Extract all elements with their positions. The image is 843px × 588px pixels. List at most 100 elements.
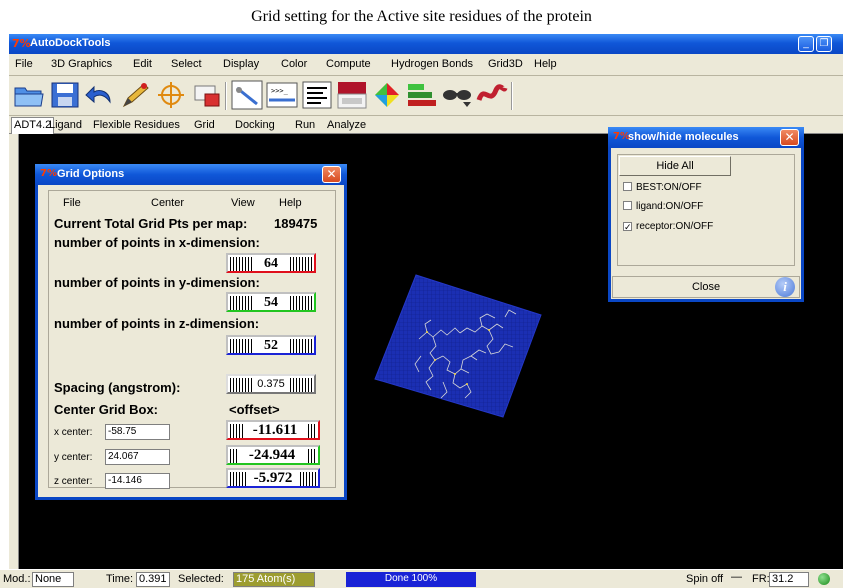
msms-surface-icon[interactable]	[406, 80, 438, 110]
minimize-button[interactable]: _	[798, 36, 814, 52]
status-light-icon	[818, 573, 830, 585]
python-shell-icon[interactable]: >>>_	[266, 80, 298, 110]
selection-icon[interactable]	[191, 80, 223, 110]
total-grid-pts-value: 189475	[274, 216, 318, 231]
tab-run[interactable]: Run	[295, 119, 315, 131]
z-points-thumbwheel[interactable]: 52	[226, 335, 316, 355]
fr-label: FR:	[752, 573, 770, 585]
spin-toggle-icon[interactable]: —	[731, 571, 742, 583]
info-icon[interactable]: i	[775, 277, 795, 297]
checkbox-box	[623, 182, 632, 191]
grid-menu-view[interactable]: View	[231, 197, 255, 209]
thumbwheel-grip	[290, 378, 312, 392]
menu-select[interactable]: Select	[171, 58, 202, 70]
grid-menu-help[interactable]: Help	[279, 197, 302, 209]
y-dimension-label: number of points in y-dimension:	[54, 275, 260, 290]
menu-hydrogen-bonds[interactable]: Hydrogen Bonds	[391, 58, 473, 70]
z-offset-value: -5.972	[248, 471, 298, 486]
ribbon-icon[interactable]	[476, 80, 508, 110]
x-points-thumbwheel[interactable]: 64	[226, 253, 316, 273]
thumbwheel-grip	[300, 472, 316, 486]
y-points-thumbwheel[interactable]: 54	[226, 292, 316, 312]
grid-menu-center[interactable]: Center	[151, 197, 184, 209]
x-points-value: 64	[252, 256, 290, 271]
hide-all-button[interactable]: Hide All	[619, 156, 731, 176]
receptor-toggle-checkbox[interactable]: ✓ receptor:ON/OFF	[623, 221, 713, 232]
thumbwheel-grip	[230, 339, 252, 353]
x-center-input[interactable]: -58.75	[105, 424, 170, 440]
toolbar: >>>_	[9, 76, 843, 116]
y-center-label: y center:	[54, 452, 93, 463]
grid-options-close-icon[interactable]: ✕	[322, 166, 341, 183]
z-points-value: 52	[252, 338, 290, 353]
tab-grid[interactable]: Grid	[194, 119, 215, 131]
z-offset-thumbwheel[interactable]: -5.972	[226, 468, 320, 488]
mod-value: None	[32, 572, 74, 587]
close-button[interactable]: Close	[612, 276, 800, 298]
stereo-glasses-icon[interactable]	[441, 80, 473, 110]
tab-ligand[interactable]: Ligand	[49, 119, 82, 131]
progress-bar: Done 100%	[346, 572, 476, 587]
cpk-sphere-icon[interactable]	[371, 80, 403, 110]
ligand-toggle-checkbox[interactable]: ligand:ON/OFF	[623, 201, 703, 212]
show-hide-title: show/hide molecules	[628, 131, 739, 143]
color-palette-icon[interactable]	[336, 80, 368, 110]
close-button-label: Close	[691, 281, 721, 293]
z-center-input[interactable]: -14.146	[105, 473, 170, 489]
tab-adt42[interactable]: ADT4.2	[11, 117, 55, 134]
y-points-value: 54	[252, 295, 290, 310]
spacing-label: Spacing (angstrom):	[54, 380, 181, 395]
restore-button[interactable]: ❐	[816, 36, 832, 52]
best-toggle-checkbox[interactable]: BEST:ON/OFF	[623, 182, 702, 193]
thumbwheel-grip	[230, 378, 252, 392]
tab-flexible-residues[interactable]: Flexible Residues	[93, 119, 180, 131]
tk-feather-icon: 7%	[12, 37, 31, 50]
pick-pencil-icon[interactable]	[120, 80, 152, 110]
menu-3d-graphics[interactable]: 3D Graphics	[51, 58, 112, 70]
show-hide-close-icon[interactable]: ✕	[780, 129, 799, 146]
lines-icon[interactable]	[301, 80, 333, 110]
spacing-thumbwheel[interactable]: 0.375	[226, 374, 316, 394]
grid-menu-file[interactable]: File	[63, 197, 81, 209]
total-grid-pts-label: Current Total Grid Pts per map:	[54, 216, 248, 231]
y-center-input[interactable]: 24.067	[105, 449, 170, 465]
center-grid-box-label: Center Grid Box:	[54, 402, 159, 417]
tab-analyze[interactable]: Analyze	[327, 119, 366, 131]
grid-options-titlebar[interactable]: 7% Grid Options ✕	[35, 164, 347, 185]
y-offset-value: -24.944	[238, 448, 306, 463]
open-folder-icon[interactable]	[13, 80, 45, 110]
undo-arrow-icon[interactable]	[84, 80, 116, 110]
menu-color[interactable]: Color	[281, 58, 307, 70]
toolbar-separator	[225, 82, 227, 110]
thumbwheel-grip	[290, 257, 312, 271]
spacing-value: 0.375	[252, 377, 290, 392]
thumbwheel-grip	[230, 257, 252, 271]
svg-text:>>>_: >>>_	[271, 87, 289, 95]
spin-label[interactable]: Spin off	[686, 573, 723, 585]
selected-value: 175 Atom(s)	[233, 572, 315, 587]
left-dashboard-strip[interactable]	[9, 134, 19, 569]
toolbar-separator	[511, 82, 513, 110]
progress-text: Done 100%	[384, 573, 438, 584]
y-offset-thumbwheel[interactable]: -24.944	[226, 445, 320, 465]
window-title: AutoDockTools	[30, 37, 111, 49]
fr-value: 31.2	[769, 572, 809, 587]
menu-display[interactable]: Display	[223, 58, 259, 70]
show-hide-titlebar[interactable]: 7% show/hide molecules ✕	[608, 127, 804, 148]
save-icon[interactable]	[49, 80, 81, 110]
thumbwheel-grip	[290, 339, 312, 353]
center-target-icon[interactable]	[155, 80, 187, 110]
menu-grid3d[interactable]: Grid3D	[488, 58, 523, 70]
menu-help[interactable]: Help	[534, 58, 557, 70]
measure-icon[interactable]	[231, 80, 263, 110]
menu-bar: File 3D Graphics Edit Select Display Col…	[9, 54, 843, 76]
menu-file[interactable]: File	[15, 58, 33, 70]
menu-compute[interactable]: Compute	[326, 58, 371, 70]
grid-options-title: Grid Options	[57, 168, 125, 180]
x-offset-thumbwheel[interactable]: -11.611	[226, 420, 320, 440]
thumbwheel-grip	[290, 296, 312, 310]
checkmark-icon: ✓	[623, 222, 632, 232]
thumbwheel-grip	[230, 424, 244, 438]
tab-docking[interactable]: Docking	[235, 119, 275, 131]
menu-edit[interactable]: Edit	[133, 58, 152, 70]
